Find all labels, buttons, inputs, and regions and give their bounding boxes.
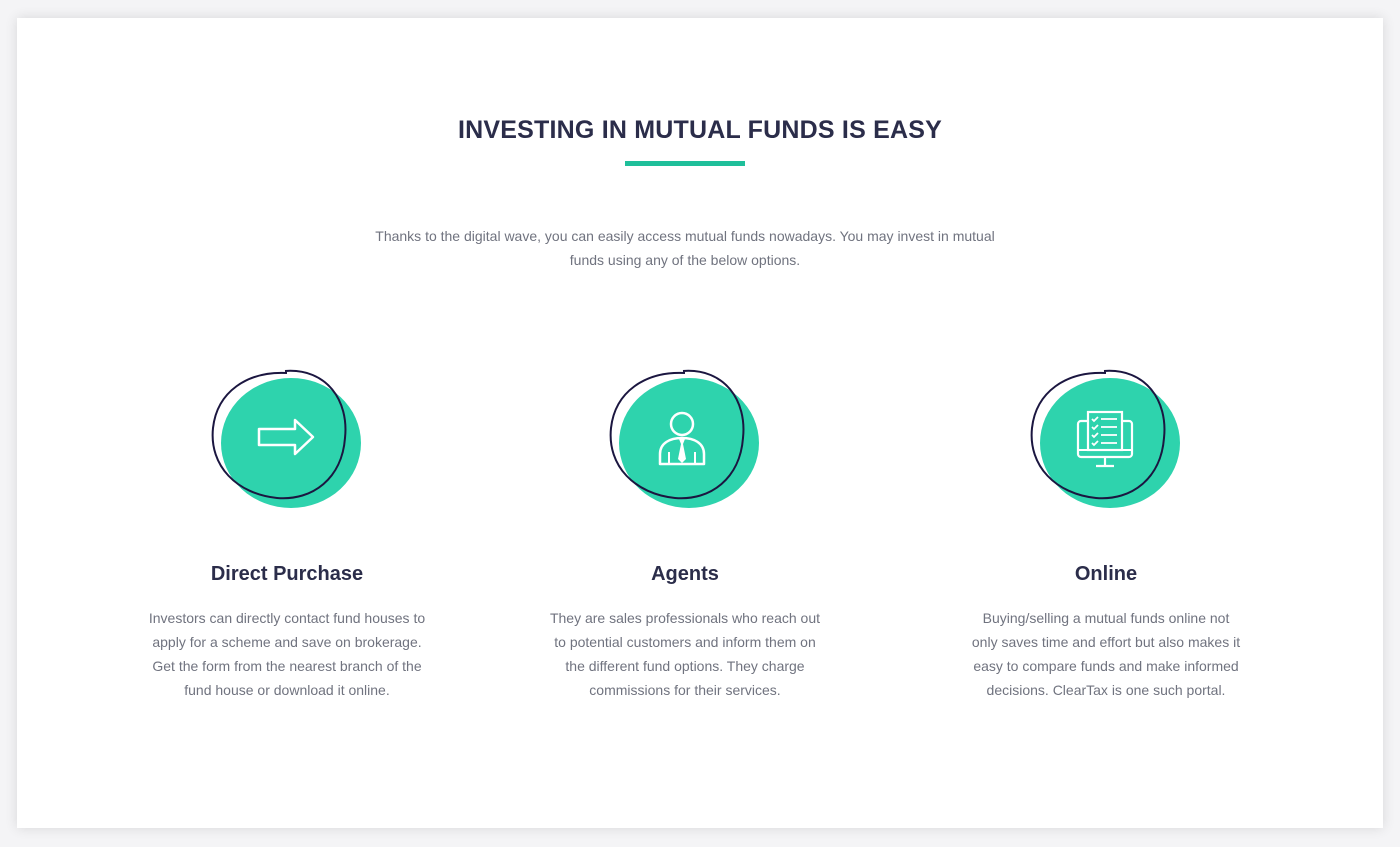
content-card: INVESTING IN MUTUAL FUNDS IS EASY Thanks…	[17, 18, 1383, 828]
description-line: the different fund options. They charge	[565, 658, 805, 674]
description-line: They are sales professionals who reach o…	[549, 610, 821, 626]
description-line: fund house or download it online.	[184, 682, 390, 698]
option-description: They are sales professionals who reach o…	[515, 606, 855, 702]
option-title: Direct Purchase	[210, 563, 364, 585]
intro-line-1: Thanks to the digital wave, you can easi…	[375, 228, 995, 244]
description-line: apply for a scheme and save on brokerage…	[152, 634, 422, 650]
title-underline	[625, 161, 745, 166]
option-title: Agents	[651, 563, 719, 585]
option-direct-purchase: Direct Purchase Investors can directly c…	[117, 366, 457, 698]
description-line: Get the form from the nearest branch of …	[152, 658, 422, 674]
section-intro: Thanks to the digital wave, you can easi…	[330, 224, 1040, 272]
agent-person-icon	[605, 366, 765, 516]
description-line: only saves time and effort but also make…	[971, 634, 1241, 650]
option-description: Investors can directly contact fund hous…	[117, 606, 457, 702]
option-agents: Agents They are sales professionals who …	[515, 366, 855, 698]
option-online: Online Buying/selling a mutual funds onl…	[936, 366, 1276, 698]
online-monitor-checklist-icon	[1026, 366, 1186, 516]
description-line: to potential customers and inform them o…	[554, 634, 816, 650]
description-line: Investors can directly contact fund hous…	[148, 610, 426, 626]
description-line: commissions for their services.	[589, 682, 781, 698]
section-title: INVESTING IN MUTUAL FUNDS IS EASY	[458, 116, 942, 144]
description-line: Buying/selling a mutual funds online not	[982, 610, 1230, 626]
arrow-right-icon	[207, 366, 367, 516]
intro-line-2: funds using any of the below options.	[569, 252, 801, 268]
option-title: Online	[1074, 563, 1138, 585]
option-description: Buying/selling a mutual funds online not…	[936, 606, 1276, 702]
description-line: decisions. ClearTax is one such portal.	[986, 682, 1226, 698]
description-line: easy to compare funds and make informed	[973, 658, 1239, 674]
